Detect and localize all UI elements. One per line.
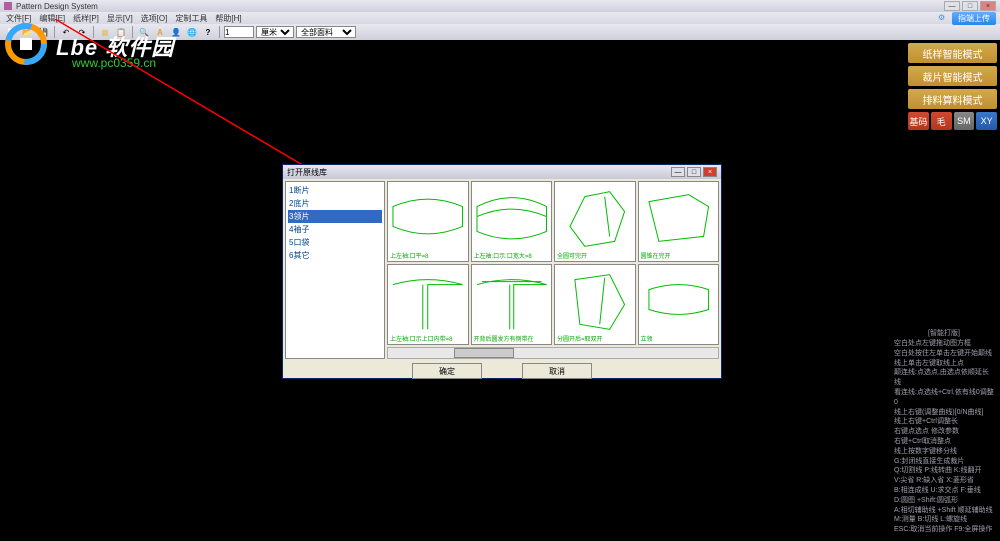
app-icon — [4, 2, 12, 10]
help-line: 右键点选点 修改参数 — [894, 427, 994, 437]
thumbnail[interactable]: 上左袖:口平=8 — [387, 181, 469, 262]
menu-pattern[interactable]: 纸样[P] — [71, 13, 101, 24]
help-line: B:相连成线 U:求交点 F:垂线 — [894, 486, 994, 496]
list-item-selected[interactable]: 3领片 — [288, 210, 382, 223]
dialog-close-icon[interactable]: × — [703, 167, 717, 177]
help-panel: [智能打版] 空白处点左键拖动图方框 空白处按住左单击左键开始颠线 线上单击左键… — [894, 329, 994, 535]
right-panel: 纸样智能模式 裁片智能模式 排料算料模式 基码 毛 SM XY — [905, 40, 1000, 133]
dialog-title: 打开原线库 — [287, 167, 669, 178]
site-logo-icon — [0, 22, 56, 66]
cancel-button[interactable]: 取消 — [522, 363, 592, 379]
list-item[interactable]: 6其它 — [288, 249, 382, 262]
tool-globe-icon[interactable]: 🌐 — [185, 25, 199, 39]
value-input[interactable] — [224, 26, 254, 38]
mode-pattern-button[interactable]: 纸样智能模式 — [908, 43, 997, 63]
thumbnail[interactable]: 全圆可完开 — [554, 181, 636, 262]
thumbnail[interactable]: 上左袖:口示上口内带=8 — [387, 264, 469, 345]
help-line: ESC:取消当前操作 F9:全屏操作 — [894, 525, 994, 535]
dialog-thumbnails: 上左袖:口平=8 上左袖:口示:口宽大=8 全圆可完开 圆锥在完开 上左袖:口示… — [387, 181, 719, 359]
menu-view[interactable]: 显示[V] — [105, 13, 135, 24]
window-titlebar: Pattern Design System — □ × — [0, 0, 1000, 12]
btn-base[interactable]: 基码 — [908, 112, 929, 130]
dialog-min-icon[interactable]: — — [671, 167, 685, 177]
minimize-button[interactable]: — — [944, 1, 960, 11]
watermark-site-url: www.pc0359.cn — [72, 56, 156, 70]
thumbnail[interactable]: 分圆开后=取双开 — [554, 264, 636, 345]
dialog-max-icon[interactable]: □ — [687, 167, 701, 177]
open-library-dialog: 打开原线库 — □ × 1断片 2底片 3领片 4袖子 5口袋 6其它 上左袖:… — [282, 164, 722, 379]
menu-help[interactable]: 帮助[H] — [213, 13, 243, 24]
help-line: Q:切割线 P:线转曲 K:线翻开 — [894, 466, 994, 476]
tool-help-icon[interactable]: ? — [201, 25, 215, 39]
help-line: D:圆图 +Shift:圆弧形 — [894, 496, 994, 506]
mode-layout-button[interactable]: 排料算料模式 — [908, 89, 997, 109]
help-line: 线上右键(调整曲线)[0/N曲线] — [894, 408, 994, 418]
menu-options[interactable]: 选项[O] — [139, 13, 170, 24]
help-line: A:相切辅助线 +Shift 顺延辅助线 — [894, 506, 994, 516]
help-line: 空白处点左键拖动图方框 — [894, 339, 994, 349]
maximize-button[interactable]: □ — [962, 1, 978, 11]
mode-cut-button[interactable]: 裁片智能模式 — [908, 66, 997, 86]
ok-button[interactable]: 确定 — [412, 363, 482, 379]
thumbnail[interactable]: 圆锥在完开 — [638, 181, 720, 262]
help-line: 右键+Ctrl取消整点 — [894, 437, 994, 447]
help-line: 线上单击左键取线上点 — [894, 359, 994, 369]
thumbnail[interactable]: 开背后圆发方有侧带在 — [471, 264, 553, 345]
list-item[interactable]: 5口袋 — [288, 236, 382, 249]
thumbnail[interactable]: 上左袖:口示:口宽大=8 — [471, 181, 553, 262]
help-line: G:封闭线直接生成裁片 — [894, 457, 994, 467]
list-item[interactable]: 4袖子 — [288, 223, 382, 236]
close-button[interactable]: × — [980, 1, 996, 11]
menubar: 文件[F] 编辑[E] 纸样[P] 显示[V] 选项[O] 定制工具 帮助[H]… — [0, 12, 1000, 24]
btn-sm[interactable]: SM — [954, 112, 975, 130]
help-line: 颠连线:点选点,由选点依顺延长线 — [894, 368, 994, 388]
list-item[interactable]: 2底片 — [288, 197, 382, 210]
app-title: Pattern Design System — [16, 2, 942, 11]
layer-select[interactable]: 全部面料 — [296, 26, 356, 38]
help-line: V:尖省 R:缺入省 X:菱形省 — [894, 476, 994, 486]
help-line: 线上按数字键移分线 — [894, 447, 994, 457]
gear-icon[interactable]: ⚙ — [938, 13, 948, 23]
help-title: [智能打版] — [894, 329, 994, 339]
btn-mao[interactable]: 毛 — [931, 112, 952, 130]
help-line: M:测量 B:切线 L:螺旋线 — [894, 515, 994, 525]
btn-xy[interactable]: XY — [976, 112, 997, 130]
menu-custom[interactable]: 定制工具 — [173, 13, 209, 24]
dialog-titlebar[interactable]: 打开原线库 — □ × — [283, 165, 721, 179]
list-item[interactable]: 1断片 — [288, 184, 382, 197]
thumbnail-scrollbar[interactable] — [387, 347, 719, 359]
help-line: 线上右键+Ctrl调整长 — [894, 417, 994, 427]
dialog-category-list[interactable]: 1断片 2底片 3领片 4袖子 5口袋 6其它 — [285, 181, 385, 359]
help-line: 看连线:点选线+Ctrl,依有线0调整0 — [894, 388, 994, 408]
unit-select[interactable]: 厘米 — [256, 26, 294, 38]
thumbnail[interactable]: 立领 — [638, 264, 720, 345]
upload-button[interactable]: 指端上传 — [952, 12, 996, 25]
help-line: 空白处按住左单击左键开始颠线 — [894, 349, 994, 359]
